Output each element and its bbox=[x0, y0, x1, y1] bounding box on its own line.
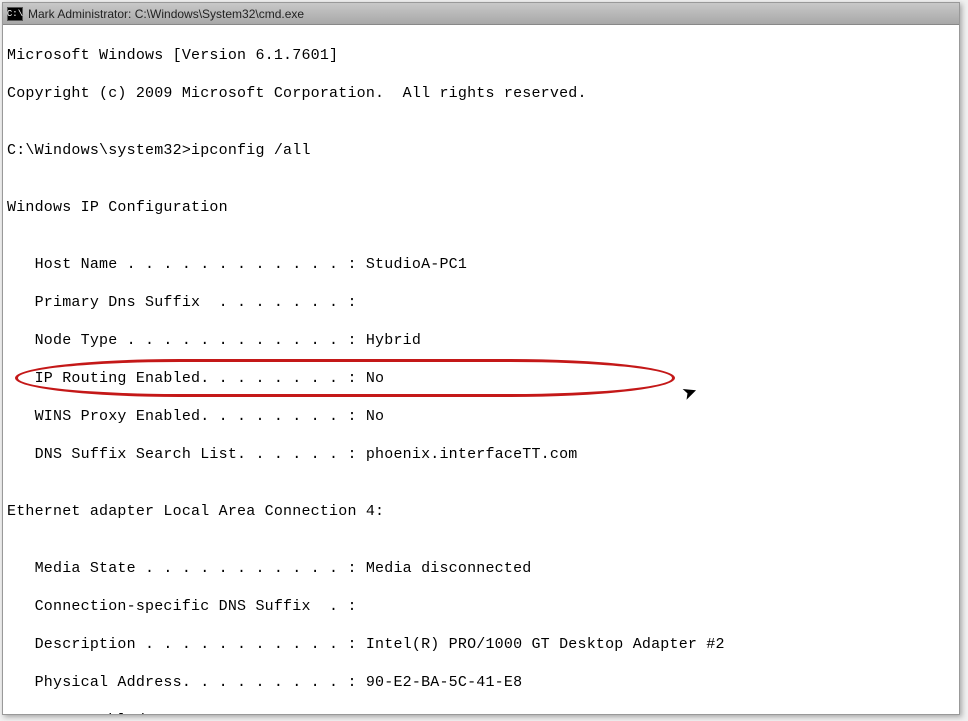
a4-media-state: Media State . . . . . . . . . . . : Medi… bbox=[7, 559, 955, 578]
line-version: Microsoft Windows [Version 6.1.7601] bbox=[7, 46, 955, 65]
a4-physical-address: Physical Address. . . . . . . . . : 90-E… bbox=[7, 673, 955, 692]
header-ipconfig: Windows IP Configuration bbox=[7, 198, 955, 217]
cmd-icon: C:\ bbox=[7, 7, 23, 21]
cfg-dns-suffix-list: DNS Suffix Search List. . . . . . : phoe… bbox=[7, 445, 955, 464]
cfg-ip-routing: IP Routing Enabled. . . . . . . . : No bbox=[7, 369, 955, 388]
window-titlebar[interactable]: C:\ Mark Administrator: C:\Windows\Syste… bbox=[3, 3, 959, 25]
cfg-primary-dns: Primary Dns Suffix . . . . . . . : bbox=[7, 293, 955, 312]
cfg-wins-proxy: WINS Proxy Enabled. . . . . . . . : No bbox=[7, 407, 955, 426]
a4-conn-dns: Connection-specific DNS Suffix . : bbox=[7, 597, 955, 616]
a4-description: Description . . . . . . . . . . . : Inte… bbox=[7, 635, 955, 654]
cmd-window: C:\ Mark Administrator: C:\Windows\Syste… bbox=[2, 2, 960, 715]
cfg-host-name: Host Name . . . . . . . . . . . . : Stud… bbox=[7, 255, 955, 274]
prompt-command: C:\Windows\system32>ipconfig /all bbox=[7, 141, 955, 160]
cfg-node-type: Node Type . . . . . . . . . . . . : Hybr… bbox=[7, 331, 955, 350]
adapter4-header: Ethernet adapter Local Area Connection 4… bbox=[7, 502, 955, 521]
window-title: Mark Administrator: C:\Windows\System32\… bbox=[28, 7, 304, 21]
a4-dhcp-enabled: DHCP Enabled. . . . . . . . . . . : Yes bbox=[7, 711, 955, 714]
terminal-output[interactable]: Microsoft Windows [Version 6.1.7601] Cop… bbox=[3, 25, 959, 714]
line-copyright: Copyright (c) 2009 Microsoft Corporation… bbox=[7, 84, 955, 103]
